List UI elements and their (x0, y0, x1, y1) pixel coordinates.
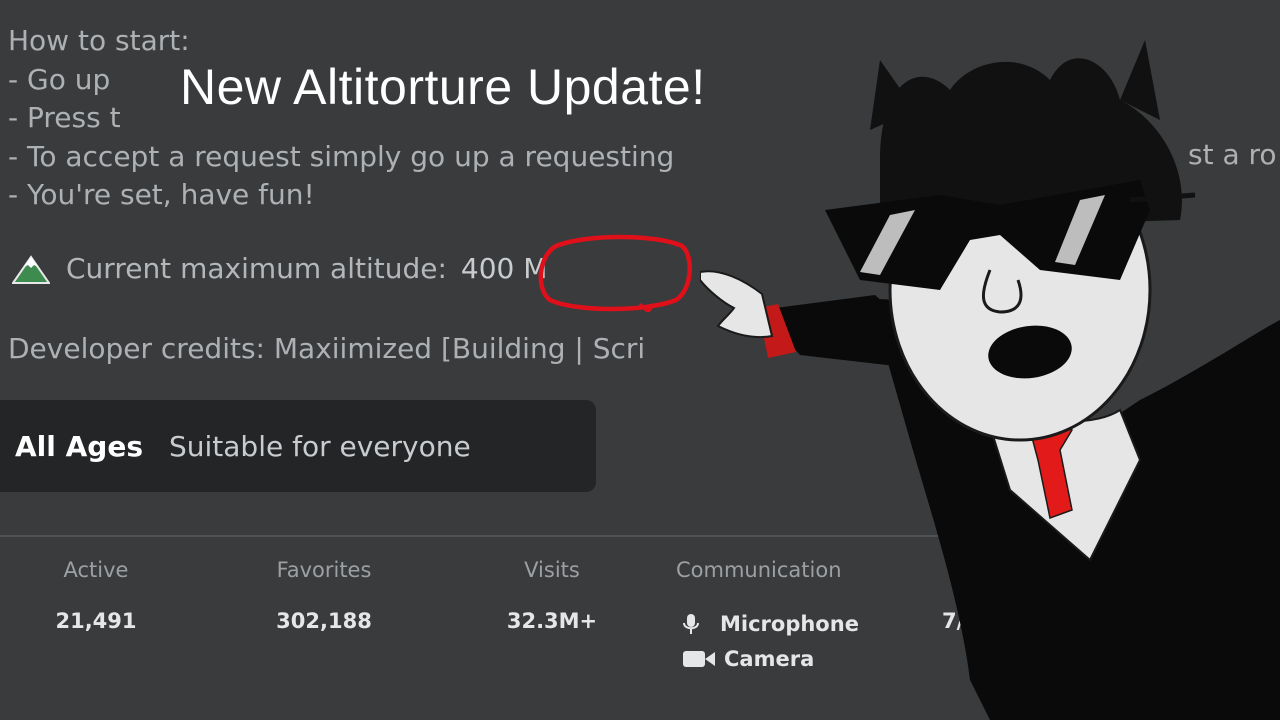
stat-value: 302,188 (276, 609, 372, 633)
stat-label: Favorites (276, 558, 372, 582)
microphone-icon (683, 614, 699, 634)
stat-value: 21,491 (55, 609, 137, 633)
age-rating-box: All Ages Suitable for everyone (0, 400, 596, 492)
age-rating-title: All Ages (15, 429, 143, 463)
mountain-icon (12, 254, 50, 284)
pointing-man-meme (700, 40, 1280, 720)
description-line: - You're set, have fun! (8, 178, 315, 211)
stat-active: Active 21,491 (48, 558, 144, 633)
age-rating-description: Suitable for everyone (168, 429, 471, 463)
altitude-label: Current maximum altitude: (66, 252, 447, 285)
stat-label: Active (63, 558, 129, 582)
stat-label: Visits (524, 558, 580, 582)
highlight-circle (538, 234, 692, 312)
developer-credits: Developer credits: Maxiimized [Building … (8, 332, 646, 365)
description-line: How to start: (8, 24, 190, 57)
altitude-row: Current maximum altitude: 400 M (12, 252, 547, 285)
game-description: How to start: - Go up - Press t - To acc… (8, 22, 674, 215)
description-line: - To accept a request simply go up a req… (8, 139, 675, 173)
stat-visits: Visits 32.3M+ (496, 558, 608, 633)
overlay-title: New Altitorture Update! (180, 59, 706, 115)
stat-favorites: Favorites 302,188 (254, 558, 394, 633)
stat-value: 32.3M+ (506, 609, 598, 633)
altitude-value: 400 M (460, 252, 548, 285)
